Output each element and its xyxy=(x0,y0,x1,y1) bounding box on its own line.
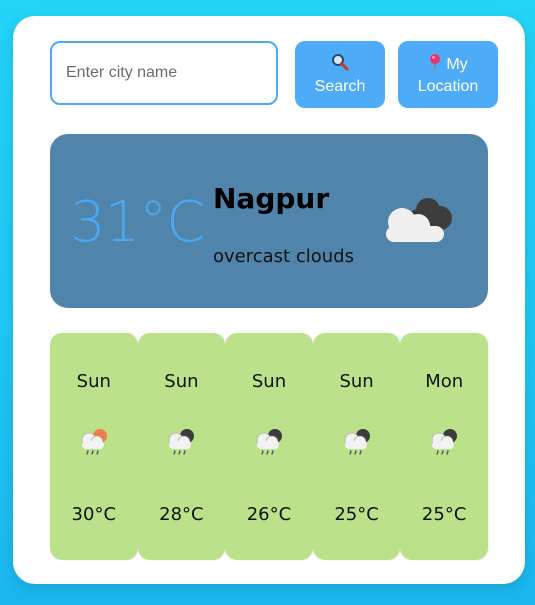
my-location-label-line1: My xyxy=(446,55,468,73)
city-name: Nagpur xyxy=(213,182,330,215)
forecast-day-card: Sun 30°C xyxy=(50,333,138,560)
forecast-day-card: Sun 25°C xyxy=(312,333,401,560)
forecast-day: Sun xyxy=(251,371,287,392)
my-location-button[interactable]: My Location xyxy=(398,41,498,108)
city-search-input[interactable] xyxy=(50,41,278,105)
forecast-temperature: 28°C xyxy=(159,504,204,525)
pushpin-icon xyxy=(428,53,442,77)
forecast-day-card: Mon 25°C xyxy=(400,333,488,560)
forecast-row: Sun 30°C Sun 28°C Sun 26°C Sun 25°C Mon … xyxy=(50,333,488,560)
forecast-day-card: Sun 28°C xyxy=(137,333,226,560)
forecast-temperature: 26°C xyxy=(246,504,292,525)
overcast-clouds-icon xyxy=(382,192,458,250)
forecast-temperature: 30°C xyxy=(71,504,117,525)
forecast-temperature: 25°C xyxy=(334,504,379,525)
search-icon xyxy=(331,53,349,77)
sun-rain-cloud-icon xyxy=(78,425,110,461)
current-temperature: 31°C xyxy=(70,190,205,255)
weather-card: Search My Location 31°C Nagpur overcast … xyxy=(13,16,525,584)
forecast-day: Mon xyxy=(425,371,464,392)
forecast-day: Sun xyxy=(76,371,111,392)
rain-cloud-icon xyxy=(428,425,460,461)
rain-cloud-icon xyxy=(341,425,373,461)
forecast-temperature: 25°C xyxy=(421,504,467,525)
rain-cloud-icon xyxy=(165,425,197,461)
my-location-label-line2: Location xyxy=(417,77,479,95)
forecast-day: Sun xyxy=(339,371,374,392)
weather-description: overcast clouds xyxy=(213,246,354,267)
search-button-label: Search xyxy=(314,77,366,95)
forecast-day-card: Sun 26°C xyxy=(225,333,313,560)
rain-cloud-icon xyxy=(253,425,285,461)
current-weather-panel: 31°C Nagpur overcast clouds xyxy=(50,134,488,308)
forecast-day: Sun xyxy=(164,371,199,392)
search-button[interactable]: Search xyxy=(295,41,385,108)
